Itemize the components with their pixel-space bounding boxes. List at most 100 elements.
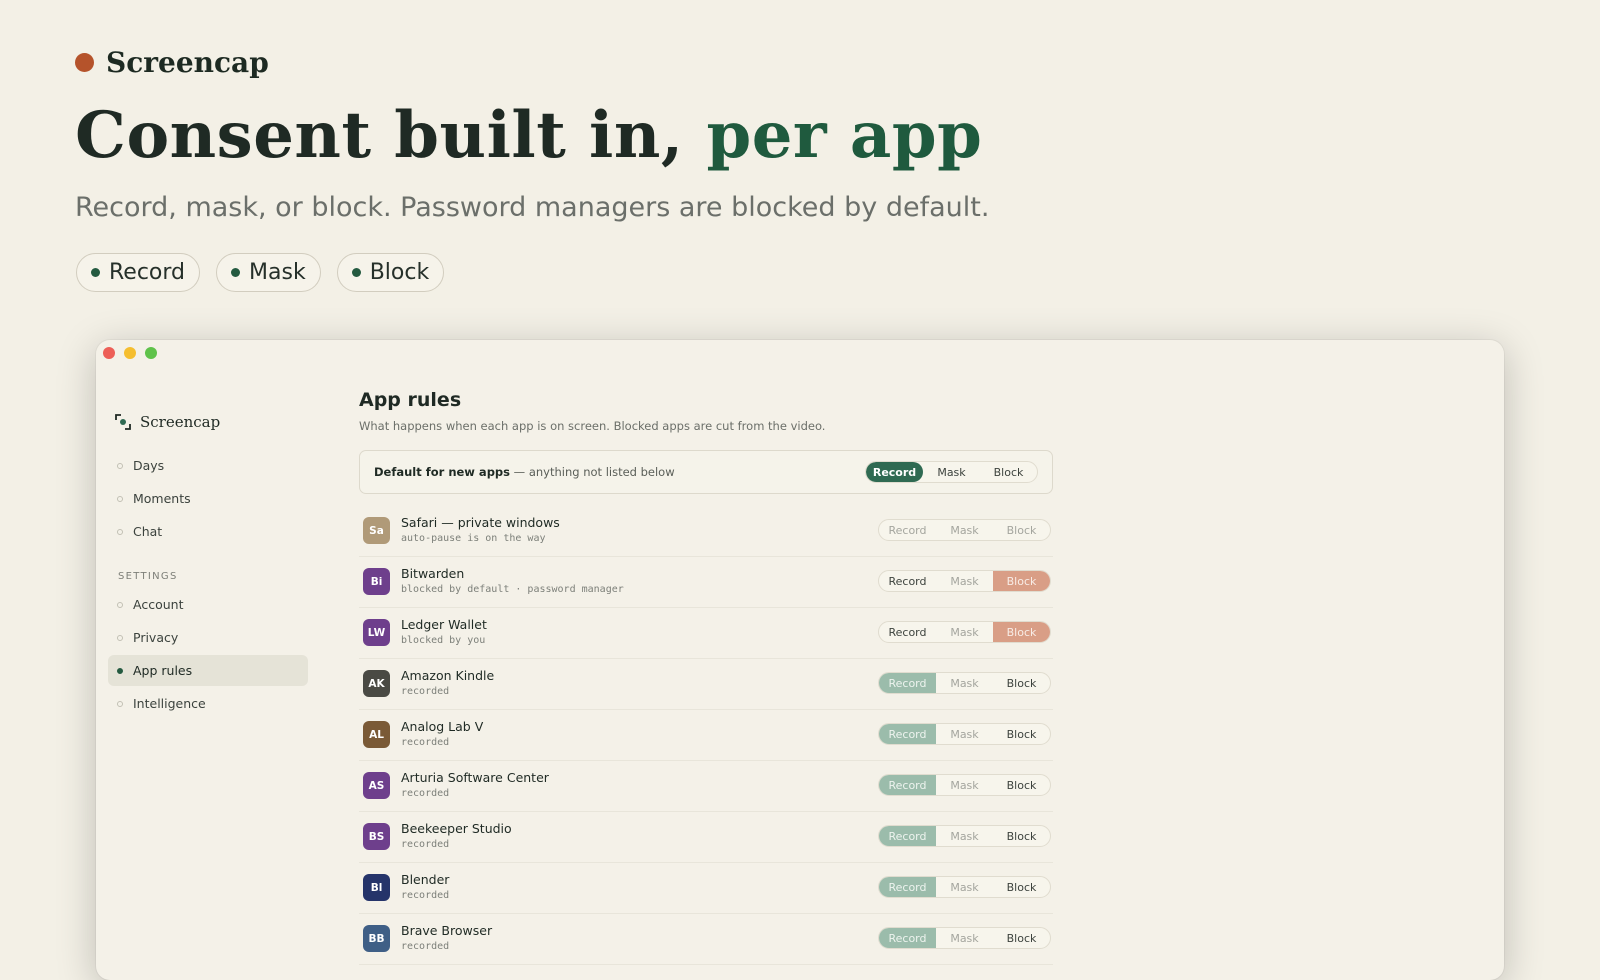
nav-dot-icon xyxy=(117,634,123,641)
app-name: Amazon Kindle xyxy=(401,668,495,683)
app-name: Arturia Software Center xyxy=(401,770,549,785)
headline: Consent built in, per app xyxy=(75,98,982,173)
app-mode-toggle: Record Mask Block xyxy=(878,723,1051,745)
record-option[interactable]: Record xyxy=(879,520,936,540)
pill-label: Mask xyxy=(249,260,306,285)
block-option[interactable]: Block xyxy=(993,928,1050,948)
record-option[interactable]: Record xyxy=(879,622,936,642)
app-status: blocked by default · password manager xyxy=(401,584,624,595)
app-mode-toggle: Record Mask Block xyxy=(878,876,1051,898)
pill-label: Record xyxy=(109,260,186,285)
mask-option[interactable]: Mask xyxy=(936,826,993,846)
nav-label: Days xyxy=(133,458,165,473)
nav-dot-icon xyxy=(117,667,123,674)
sidebar-item-app-rules[interactable]: App rules xyxy=(108,655,308,686)
pill-mask: Mask xyxy=(216,253,321,292)
app-avatar: BB xyxy=(363,925,390,952)
mask-option[interactable]: Mask xyxy=(936,571,993,591)
block-option[interactable]: Block xyxy=(993,724,1050,744)
app-mode-toggle: Record Mask Block xyxy=(878,570,1051,592)
default-rule-row: Default for new apps — anything not list… xyxy=(359,450,1053,494)
block-option[interactable]: Block xyxy=(993,775,1050,795)
app-mode-toggle: Record Mask Block xyxy=(878,621,1051,643)
mask-option[interactable]: Mask xyxy=(936,928,993,948)
sidebar-item-moments[interactable]: Moments xyxy=(108,483,308,514)
default-rule-title: Default for new apps xyxy=(374,465,511,479)
app-rule-row: Bl Blender recorded Record Mask Block xyxy=(359,863,1053,914)
app-name: Beekeeper Studio xyxy=(401,821,512,836)
mode-pills: Record Mask Block xyxy=(76,253,445,292)
nav-label: App rules xyxy=(133,663,193,678)
sidebar-item-privacy[interactable]: Privacy xyxy=(108,622,308,653)
block-option[interactable]: Block xyxy=(993,571,1050,591)
app-name: Blender xyxy=(401,872,450,887)
app-mode-toggle: Record Mask Block xyxy=(878,672,1051,694)
primary-nav: Days Moments Chat xyxy=(108,450,308,549)
sidebar-item-chat[interactable]: Chat xyxy=(108,516,308,547)
nav-label: Intelligence xyxy=(133,696,206,711)
default-mask-option[interactable]: Mask xyxy=(923,462,980,482)
app-mode-toggle: Record Mask Block xyxy=(878,519,1051,541)
sidebar-item-days[interactable]: Days xyxy=(108,450,308,481)
nav-label: Privacy xyxy=(133,630,179,645)
default-rule-note: — anything not listed below xyxy=(510,465,675,479)
block-option[interactable]: Block xyxy=(993,673,1050,693)
record-option[interactable]: Record xyxy=(879,877,936,897)
nav-label: Account xyxy=(133,597,184,612)
block-option[interactable]: Block xyxy=(993,520,1050,540)
app-status: recorded xyxy=(401,686,450,697)
app-avatar: AL xyxy=(363,721,390,748)
pill-block: Block xyxy=(336,253,445,292)
app-rule-row: BS Beekeeper Studio recorded Record Mask Bloc… xyxy=(359,812,1053,863)
close-window-button[interactable] xyxy=(103,347,115,359)
settings-heading: SETTINGS xyxy=(118,571,178,582)
app-rule-list: Sa Safari — private windows auto-pause is … xyxy=(359,506,1053,965)
mask-option[interactable]: Mask xyxy=(936,775,993,795)
nav-label: Chat xyxy=(133,524,163,539)
mask-option[interactable]: Mask xyxy=(936,673,993,693)
record-option[interactable]: Record xyxy=(879,928,936,948)
record-option[interactable]: Record xyxy=(879,571,936,591)
page-subtitle: What happens when each app is on screen.… xyxy=(359,419,826,433)
app-name: Bitwarden xyxy=(401,566,465,581)
record-option[interactable]: Record xyxy=(879,673,936,693)
sidebar-item-intelligence[interactable]: Intelligence xyxy=(108,688,308,719)
app-status: recorded xyxy=(401,788,450,799)
record-option[interactable]: Record xyxy=(879,775,936,795)
default-rule-label: Default for new apps — anything not list… xyxy=(374,451,675,493)
block-option[interactable]: Block xyxy=(993,826,1050,846)
zoom-window-button[interactable] xyxy=(145,347,157,359)
app-rule-row: Bi Bitwarden blocked by default · password… xyxy=(359,557,1053,608)
app-rule-row: LW Ledger Wallet blocked by you Record Mask B… xyxy=(359,608,1053,659)
sidebar-item-account[interactable]: Account xyxy=(108,589,308,620)
block-option[interactable]: Block xyxy=(993,622,1050,642)
app-avatar: AS xyxy=(363,772,390,799)
app-mode-toggle: Record Mask Block xyxy=(878,825,1051,847)
nav-dot-icon xyxy=(117,700,123,707)
app-status: recorded xyxy=(401,941,450,952)
sidebar-brand: Screencap xyxy=(114,413,220,431)
app-rule-row: AS Arturia Software Center recorded Record M… xyxy=(359,761,1053,812)
app-status: recorded xyxy=(401,890,450,901)
default-record-option[interactable]: Record xyxy=(866,462,923,482)
app-avatar: LW xyxy=(363,619,390,646)
nav-dot-icon xyxy=(117,528,123,535)
screencap-logo-icon xyxy=(115,414,131,430)
minimize-window-button[interactable] xyxy=(124,347,136,359)
app-status: auto-pause is on the way xyxy=(401,533,546,544)
block-option[interactable]: Block xyxy=(993,877,1050,897)
nav-dot-icon xyxy=(117,495,123,502)
mask-option[interactable]: Mask xyxy=(936,724,993,744)
app-avatar: Bl xyxy=(363,874,390,901)
subheadline: Record, mask, or block. Password manager… xyxy=(75,192,990,223)
record-option[interactable]: Record xyxy=(879,724,936,744)
mask-option[interactable]: Mask xyxy=(936,877,993,897)
record-option[interactable]: Record xyxy=(879,826,936,846)
mask-option[interactable]: Mask xyxy=(936,622,993,642)
app-name: Brave Browser xyxy=(401,923,493,938)
brand-dot-icon xyxy=(75,53,94,72)
app-avatar: AK xyxy=(363,670,390,697)
mask-option[interactable]: Mask xyxy=(936,520,993,540)
app-mode-toggle: Record Mask Block xyxy=(878,774,1051,796)
default-block-option[interactable]: Block xyxy=(980,462,1037,482)
